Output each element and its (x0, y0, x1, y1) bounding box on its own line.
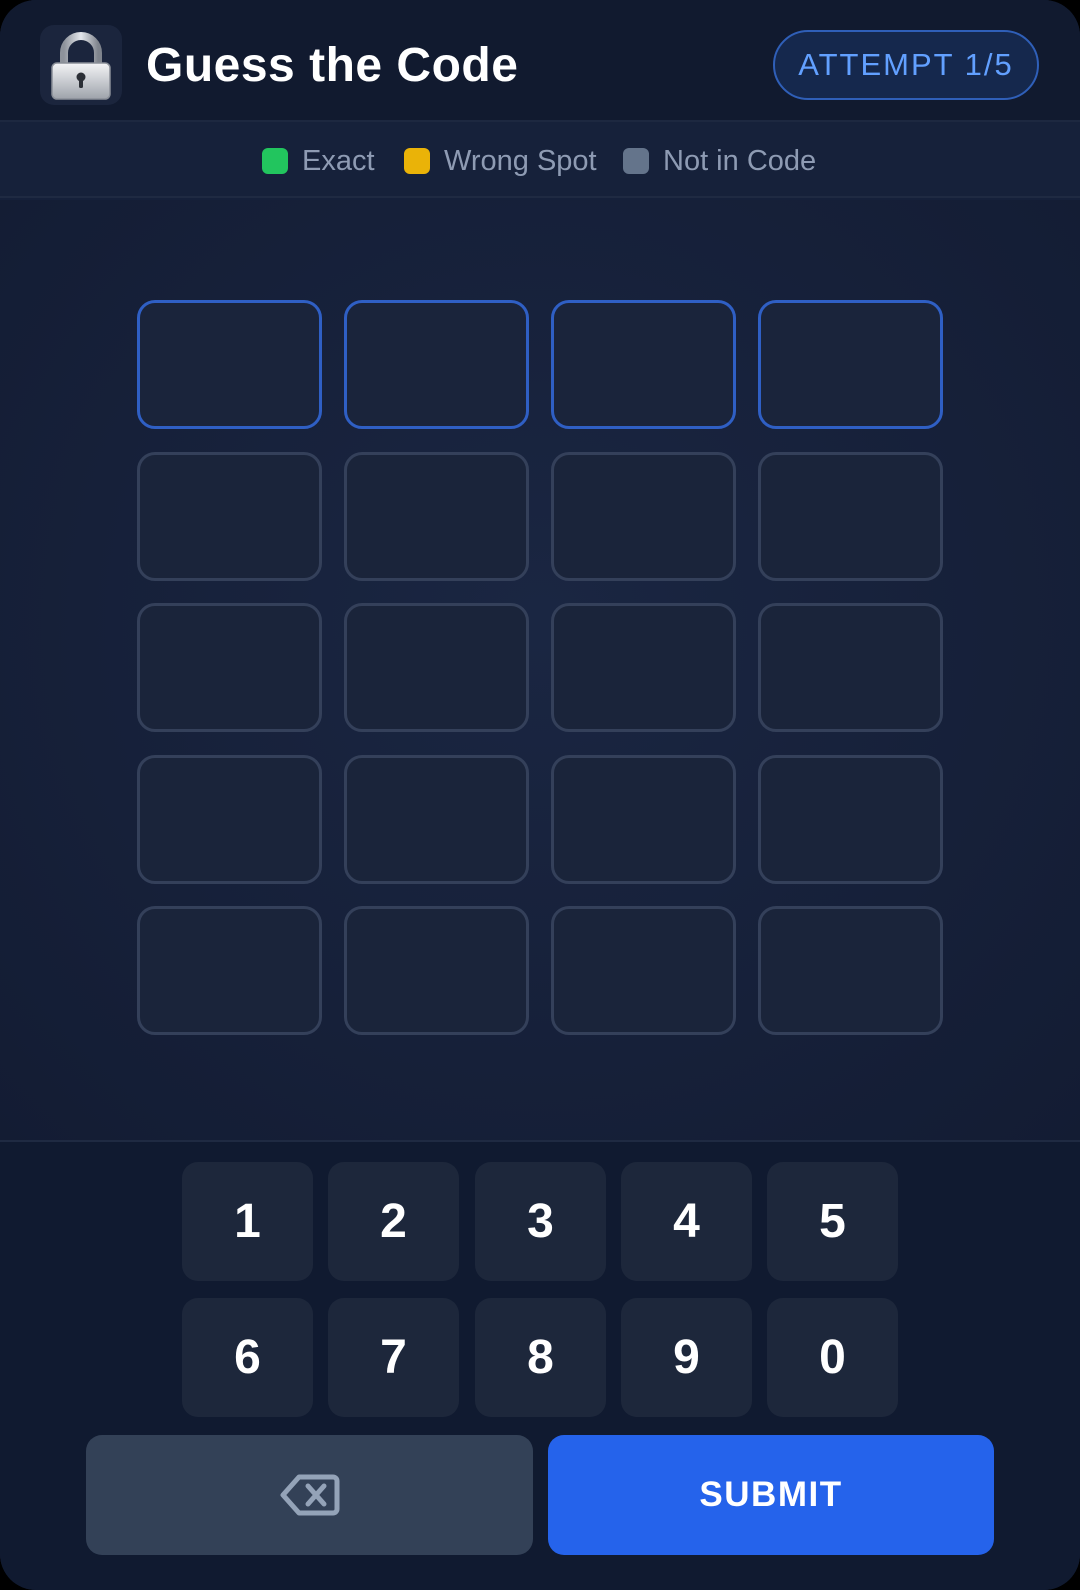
guess-cell[interactable] (137, 300, 322, 429)
guess-cell (137, 603, 322, 732)
game-app: Guess the Code ATTEMPT 1/5 Exact Wrong S… (0, 0, 1080, 1590)
legend-label: Exact (302, 144, 375, 177)
guess-cell (344, 755, 529, 884)
guess-cell (758, 603, 943, 732)
guess-cell (758, 755, 943, 884)
guess-cell (344, 452, 529, 581)
guess-cell (344, 906, 529, 1035)
key-2[interactable]: 2 (328, 1162, 459, 1281)
legend-label: Not in Code (663, 144, 817, 177)
exact-swatch (262, 148, 288, 174)
wrong-spot-swatch (404, 148, 430, 174)
guess-board (0, 200, 1080, 1140)
guess-cell (551, 755, 736, 884)
backspace-icon (280, 1474, 339, 1516)
legend-item-exact: Exact (262, 144, 375, 178)
guess-cell (758, 452, 943, 581)
not-in-code-swatch (623, 148, 649, 174)
guess-cell (758, 906, 943, 1035)
guess-cell (137, 452, 322, 581)
submit-button[interactable]: SUBMIT (548, 1435, 994, 1555)
page-title: Guess the Code (146, 39, 519, 92)
key-3[interactable]: 3 (475, 1162, 606, 1281)
guess-cell[interactable] (344, 300, 529, 429)
lock-icon (40, 25, 122, 105)
key-7[interactable]: 7 (328, 1298, 459, 1417)
guess-cell (551, 603, 736, 732)
key-5[interactable]: 5 (767, 1162, 898, 1281)
attempt-badge: ATTEMPT 1/5 (773, 30, 1039, 100)
key-9[interactable]: 9 (621, 1298, 752, 1417)
guess-cell (137, 755, 322, 884)
key-4[interactable]: 4 (621, 1162, 752, 1281)
header: Guess the Code ATTEMPT 1/5 (0, 0, 1080, 122)
legend-item-wrong-spot: Wrong Spot (404, 144, 597, 178)
legend-label: Wrong Spot (444, 144, 597, 177)
legend: Exact Wrong Spot Not in Code (0, 122, 1080, 198)
guess-cell (551, 452, 736, 581)
guess-cell[interactable] (758, 300, 943, 429)
guess-cell[interactable] (551, 300, 736, 429)
guess-cell (344, 603, 529, 732)
key-8[interactable]: 8 (475, 1298, 606, 1417)
legend-item-not-in-code: Not in Code (623, 144, 816, 178)
guess-cell (137, 906, 322, 1035)
key-6[interactable]: 6 (182, 1298, 313, 1417)
key-1[interactable]: 1 (182, 1162, 313, 1281)
guess-cell (551, 906, 736, 1035)
key-0[interactable]: 0 (767, 1298, 898, 1417)
backspace-button[interactable] (86, 1435, 533, 1555)
